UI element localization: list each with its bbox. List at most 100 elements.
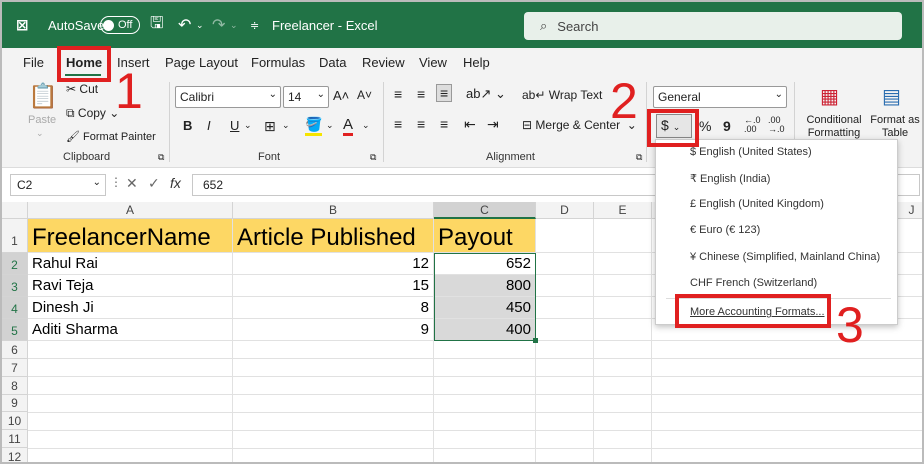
redo-dropdown-icon[interactable]: ⌄ (230, 2, 238, 48)
row-header[interactable]: 9 (2, 395, 28, 412)
increase-decimal-icon[interactable]: ←.0.00 (744, 116, 761, 134)
row-header[interactable]: 3 (2, 275, 28, 297)
table-cell[interactable]: 12 (233, 253, 434, 275)
font-launcher-icon[interactable]: ⧉ (370, 152, 376, 163)
format-painter-button[interactable]: 🖌 Format Painter (66, 130, 156, 143)
decrease-font-icon[interactable]: A˅ (357, 88, 372, 102)
increase-indent-icon[interactable]: ⇥ (487, 116, 499, 133)
row-header[interactable]: 5 (2, 319, 28, 341)
tab-data[interactable]: Data (319, 55, 346, 70)
column-header[interactable]: J (898, 202, 922, 219)
decrease-indent-icon[interactable]: ⇤ (464, 116, 476, 133)
table-header-cell[interactable]: Article Published (233, 219, 434, 253)
tab-help[interactable]: Help (463, 55, 490, 70)
menu-item-currency[interactable]: € Euro (€ 123) (690, 224, 760, 236)
align-top-icon[interactable]: ≡ (394, 86, 402, 102)
tab-formulas[interactable]: Formulas (251, 55, 305, 70)
align-right-icon[interactable]: ≡ (440, 116, 448, 132)
clipboard-launcher-icon[interactable]: ⧉ (158, 152, 164, 163)
conditional-formatting-button[interactable]: Conditional Formatting (804, 114, 864, 140)
decrease-decimal-icon[interactable]: .00 →.0 (768, 116, 785, 134)
row-header[interactable]: 7 (2, 359, 28, 377)
orientation-icon[interactable]: ab↗ ⌄ (466, 86, 506, 102)
customize-qat-icon[interactable]: ≑ (250, 2, 259, 48)
column-header[interactable]: E (594, 202, 652, 219)
menu-item-currency[interactable]: $ English (United States) (690, 146, 812, 158)
search-box[interactable]: ⌕ Search (524, 12, 902, 40)
enter-icon[interactable]: ✓ (148, 175, 160, 192)
table-cell[interactable]: 15 (233, 275, 434, 297)
font-color-icon[interactable]: A (343, 116, 354, 136)
table-header-cell[interactable]: FreelancerName (28, 219, 233, 253)
row-header[interactable]: 1 (2, 219, 28, 253)
table-cell[interactable]: 8 (233, 297, 434, 319)
table-cell[interactable]: Aditi Sharma (28, 319, 233, 341)
row-header[interactable]: 8 (2, 377, 28, 395)
align-center-icon[interactable]: ≡ (417, 116, 425, 132)
cut-button[interactable]: ✂ Cut (66, 82, 98, 96)
row-header[interactable]: 11 (2, 430, 28, 448)
font-size-select[interactable]: 14 ⌄ (283, 86, 329, 108)
row-header[interactable]: 6 (2, 341, 28, 359)
redo-icon[interactable]: ↷ (212, 2, 225, 48)
more-options-icon[interactable]: ⋮ (110, 175, 122, 189)
row-header[interactable]: 4 (2, 297, 28, 319)
bold-button[interactable]: B (183, 118, 192, 133)
font-color-dropdown-icon[interactable]: ⌄ (362, 120, 370, 131)
comma-style-button[interactable]: 9 (723, 118, 731, 134)
format-as-table-button[interactable]: Format as Table (868, 114, 922, 140)
font-name-select[interactable]: Calibri ⌄ (175, 86, 281, 108)
row-header[interactable]: 12 (2, 448, 28, 462)
paste-label[interactable]: Paste (28, 114, 56, 126)
column-header[interactable]: A (28, 202, 233, 219)
borders-dropdown-icon[interactable]: ⌄ (282, 120, 290, 131)
menu-item-currency[interactable]: £ English (United Kingdom) (690, 198, 824, 210)
select-all-corner[interactable] (2, 202, 28, 219)
fill-dropdown-icon[interactable]: ⌄ (326, 120, 334, 131)
align-left-icon[interactable]: ≡ (394, 116, 402, 132)
alignment-launcher-icon[interactable]: ⧉ (636, 152, 642, 163)
borders-icon[interactable]: ⊞ (264, 118, 276, 135)
underline-button[interactable]: U (230, 118, 239, 133)
tab-file[interactable]: File (23, 55, 44, 70)
name-box[interactable]: C2 ⌄ (10, 174, 106, 196)
menu-item-currency[interactable]: ₹ English (India) (690, 172, 770, 185)
paste-dropdown-icon[interactable]: ⌄ (36, 128, 44, 139)
fill-color-icon[interactable]: 🪣 (305, 116, 323, 136)
percent-button[interactable]: % (699, 118, 711, 134)
menu-item-currency[interactable]: CHF French (Switzerland) (690, 277, 817, 289)
tab-view[interactable]: View (419, 55, 447, 70)
column-header[interactable]: D (536, 202, 594, 219)
format-as-table-icon[interactable]: ▤ (882, 84, 901, 109)
align-bottom-icon[interactable]: ≡ (436, 84, 453, 102)
column-header[interactable]: C (434, 202, 536, 219)
save-icon[interactable]: 🖫 (150, 2, 164, 48)
fill-handle[interactable] (533, 338, 538, 343)
undo-dropdown-icon[interactable]: ⌄ (196, 2, 204, 48)
table-cell[interactable]: Rahul Rai (28, 253, 233, 275)
row-header[interactable]: 2 (2, 253, 28, 275)
table-cell[interactable]: Dinesh Ji (28, 297, 233, 319)
copy-button[interactable]: ⧉ Copy ⌄ (66, 106, 119, 121)
undo-icon[interactable]: ↶ (178, 2, 191, 48)
autosave-toggle[interactable]: Off (100, 16, 140, 34)
cut-label: Cut (79, 82, 99, 96)
row-header[interactable]: 10 (2, 412, 28, 430)
tab-page-layout[interactable]: Page Layout (165, 55, 238, 70)
table-cell[interactable]: Ravi Teja (28, 275, 233, 297)
conditional-formatting-icon[interactable]: ▦ (820, 84, 839, 109)
italic-button[interactable]: I (207, 118, 211, 133)
align-middle-icon[interactable]: ≡ (417, 86, 425, 102)
number-format-select[interactable]: General ⌄ (653, 86, 787, 108)
menu-item-currency[interactable]: ¥ Chinese (Simplified, Mainland China) (690, 251, 880, 263)
tab-review[interactable]: Review (362, 55, 405, 70)
table-cell[interactable]: 9 (233, 319, 434, 341)
increase-font-icon[interactable]: A˄ (333, 88, 349, 103)
insert-function-button[interactable]: fx (170, 175, 181, 191)
paste-icon[interactable]: 📋 (28, 82, 58, 111)
underline-dropdown-icon[interactable]: ⌄ (244, 120, 252, 131)
cancel-icon[interactable]: ✕ (126, 175, 138, 192)
wrap-text-button[interactable]: ab↵ Wrap Text (522, 88, 602, 102)
table-header-cell[interactable]: Payout (434, 219, 536, 253)
column-header[interactable]: B (233, 202, 434, 219)
